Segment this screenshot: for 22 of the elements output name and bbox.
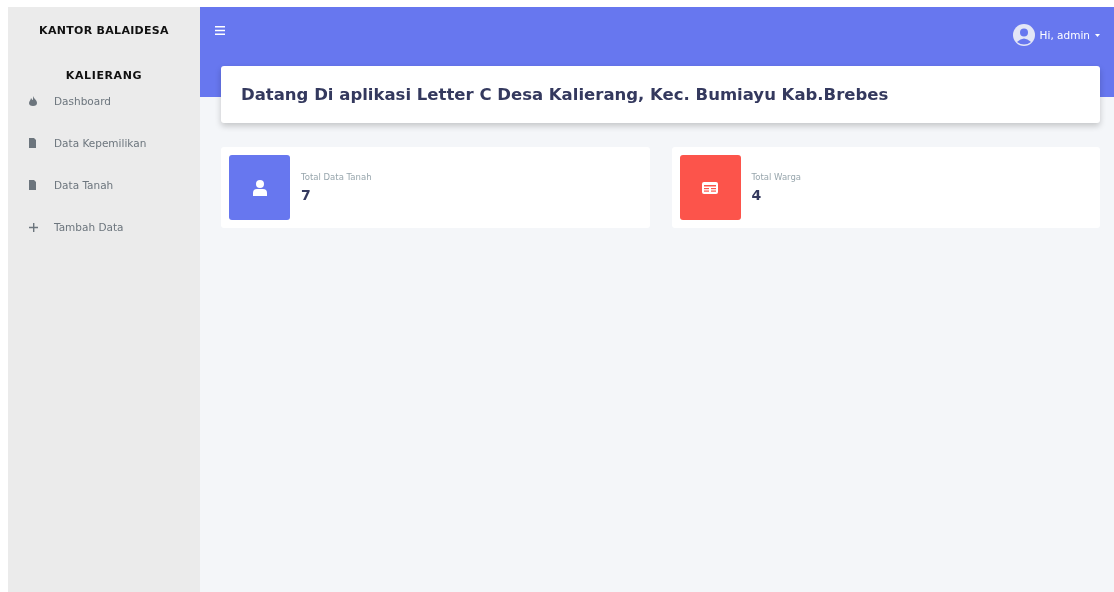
flame-icon [29, 96, 37, 106]
user-icon [252, 179, 267, 196]
user-menu[interactable]: Hi, admin [1012, 24, 1100, 46]
sidebar-subtitle: KALIERANG [64, 69, 144, 82]
caret-icon [1095, 33, 1100, 37]
file-icon [29, 180, 36, 190]
menu-icon [215, 26, 225, 35]
sidebar-item[interactable]: Data Kepemilikan [8, 122, 200, 164]
plus-icon [29, 222, 38, 232]
sidebar-item[interactable]: Data Tanah [8, 164, 200, 206]
stat-label: Total Warga [751, 172, 802, 182]
card-icon [702, 181, 718, 194]
sidebar-item[interactable]: Tambah Data [8, 206, 200, 248]
stat-label: Total Data Tanah [301, 172, 372, 182]
sidebar-item[interactable]: Dashboard [8, 80, 200, 122]
stat-value: 4 [751, 187, 763, 203]
avatar-icon [1012, 24, 1035, 46]
sidebar-brand: KANTOR BALAIDESA [38, 23, 170, 37]
welcome-banner: Datang Di aplikasi Letter C Desa Kalierang, Kec. Bumiayu Kab.Brebes [221, 66, 1100, 123]
menu-button[interactable] [213, 24, 227, 37]
file-icon [29, 138, 36, 148]
stat-value: 7 [301, 187, 312, 203]
